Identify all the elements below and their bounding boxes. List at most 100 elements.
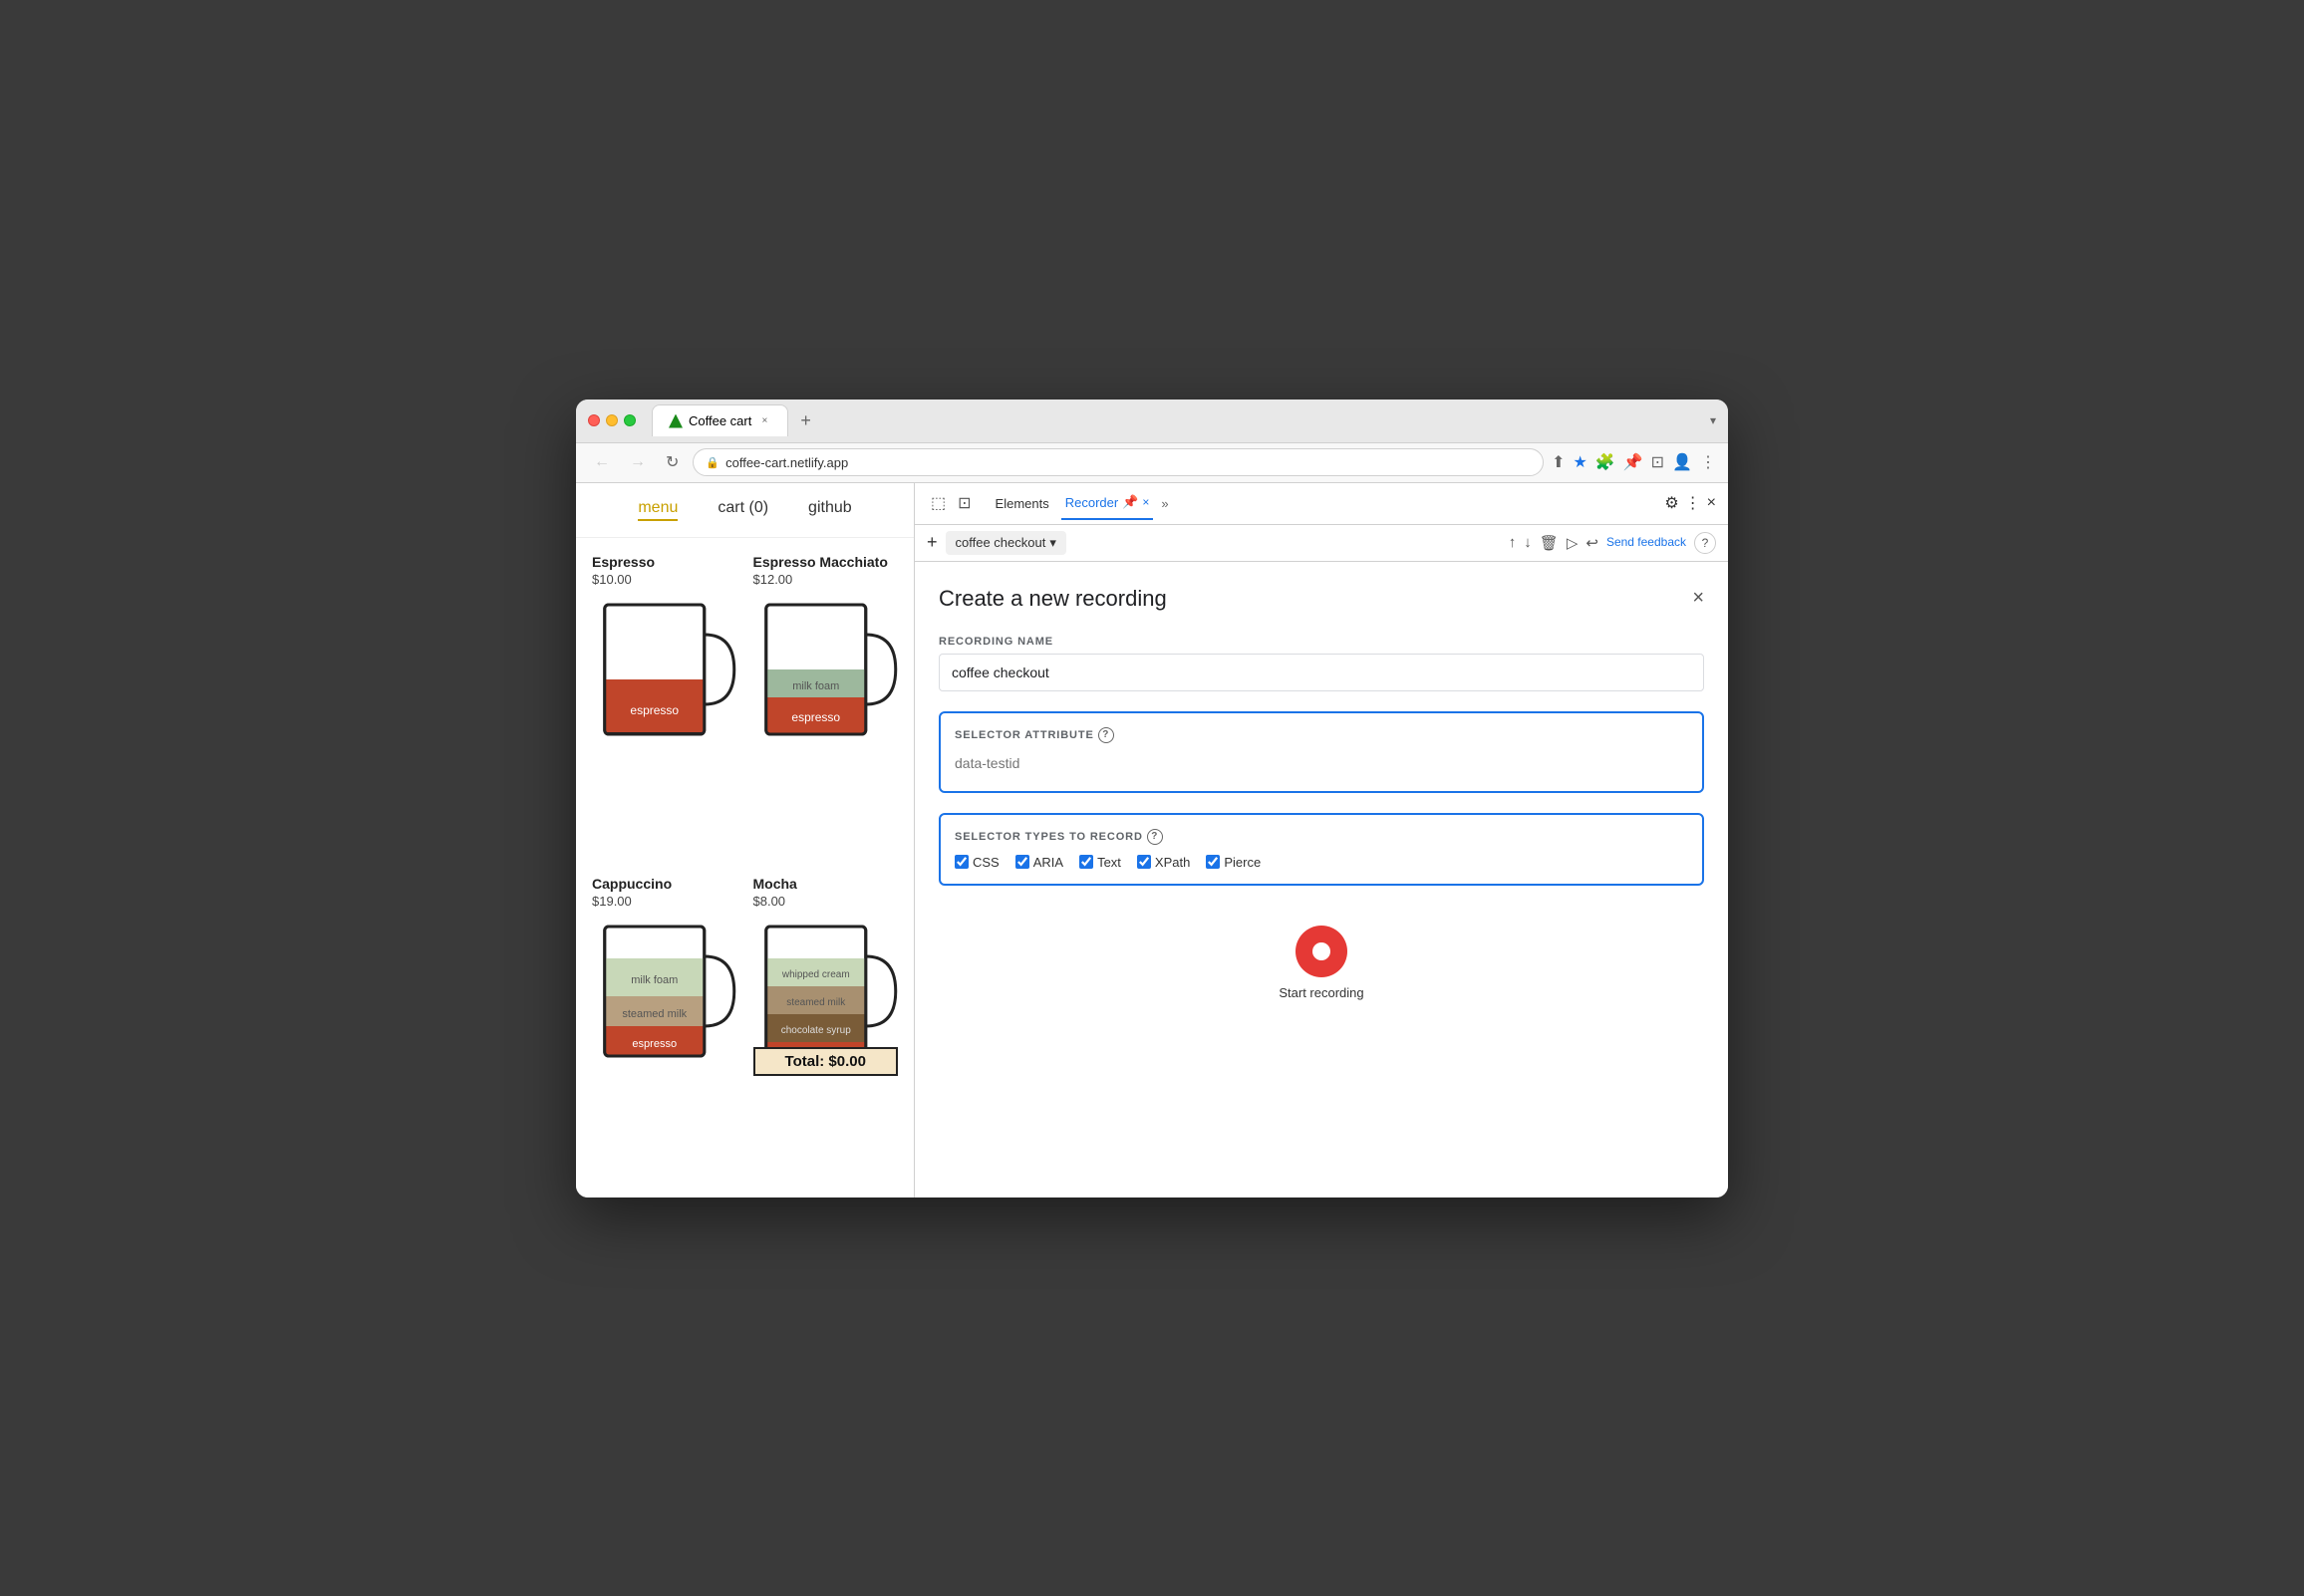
selector-types-checkboxes: CSS ARIA Text XPath bbox=[955, 855, 1688, 870]
text-checkbox[interactable] bbox=[1079, 855, 1093, 869]
profile-button[interactable]: 👤 bbox=[1672, 452, 1692, 472]
svg-text:steamed milk: steamed milk bbox=[786, 997, 846, 1008]
inspect-element-button[interactable]: ⬚ bbox=[927, 489, 950, 517]
play-recording-button[interactable]: ▷ bbox=[1567, 534, 1579, 552]
recorder-tab-close[interactable]: × bbox=[1142, 495, 1149, 509]
tab-recorder[interactable]: Recorder 📌 × bbox=[1061, 486, 1154, 520]
traffic-lights bbox=[588, 414, 636, 426]
pierce-checkbox[interactable] bbox=[1206, 855, 1220, 869]
product-espresso: Espresso $10.00 espresso bbox=[592, 554, 737, 860]
svg-text:steamed milk: steamed milk bbox=[622, 1008, 687, 1020]
nav-cart[interactable]: cart (0) bbox=[718, 499, 768, 521]
svg-text:milk foam: milk foam bbox=[792, 680, 839, 692]
selector-attribute-section: SELECTOR ATTRIBUTE ? bbox=[939, 711, 1704, 793]
more-tabs-label[interactable]: » bbox=[1161, 496, 1168, 511]
replay-button[interactable]: ↩ bbox=[1585, 534, 1598, 552]
main-area: menu cart (0) github Espresso $10.00 bbox=[576, 483, 1728, 1197]
url-bar-actions: ⬆ ★ 🧩 📌 ⊡ 👤 ⋮ bbox=[1552, 452, 1716, 472]
send-feedback-link[interactable]: Send feedback bbox=[1606, 535, 1686, 549]
xpath-checkbox[interactable] bbox=[1137, 855, 1151, 869]
recording-name-label: coffee checkout bbox=[956, 535, 1046, 550]
extensions-button[interactable]: 🧩 bbox=[1595, 452, 1615, 472]
product-espresso-mug[interactable]: espresso bbox=[592, 595, 737, 754]
selector-attribute-help-icon[interactable]: ? bbox=[1098, 727, 1114, 743]
selector-attribute-input[interactable] bbox=[955, 749, 1688, 777]
download-recording-button[interactable]: ↓ bbox=[1524, 534, 1532, 551]
window-chevron-icon: ▾ bbox=[1710, 413, 1716, 427]
device-toggle-button[interactable]: ⊡ bbox=[954, 489, 975, 517]
product-mocha: Mocha $8.00 whipped cream steamed milk bbox=[753, 876, 899, 1182]
product-mocha-mug[interactable]: whipped cream steamed milk chocolate syr… bbox=[753, 917, 899, 1076]
recording-name-chip[interactable]: coffee checkout ▾ bbox=[946, 531, 1066, 555]
checkbox-css[interactable]: CSS bbox=[955, 855, 1000, 870]
product-mocha-name: Mocha bbox=[753, 876, 899, 892]
xpath-label: XPath bbox=[1155, 855, 1190, 870]
svg-text:whipped cream: whipped cream bbox=[780, 969, 849, 980]
nav-github[interactable]: github bbox=[808, 499, 852, 521]
browser-window: Coffee cart × + ▾ ← → ↻ 🔒 coffee-cart.ne… bbox=[576, 399, 1728, 1197]
title-bar-right: ▾ bbox=[1710, 413, 1716, 427]
url-display: coffee-cart.netlify.app bbox=[725, 455, 848, 470]
close-traffic-light[interactable] bbox=[588, 414, 600, 426]
checkbox-pierce[interactable]: Pierce bbox=[1206, 855, 1261, 870]
more-button[interactable]: ⋮ bbox=[1700, 452, 1716, 472]
upload-recording-button[interactable]: ↑ bbox=[1509, 534, 1517, 551]
url-input-wrap[interactable]: 🔒 coffee-cart.netlify.app bbox=[693, 448, 1544, 476]
product-cappuccino-name: Cappuccino bbox=[592, 876, 737, 892]
new-tab-button[interactable]: + bbox=[792, 410, 819, 431]
recording-name-section: RECORDING NAME bbox=[939, 636, 1704, 691]
product-mocha-price: $8.00 bbox=[753, 894, 899, 909]
css-checkbox[interactable] bbox=[955, 855, 969, 869]
selector-types-section: SELECTOR TYPES TO RECORD ? CSS ARIA bbox=[939, 813, 1704, 886]
product-macchiato-mug[interactable]: milk foam espresso bbox=[753, 595, 899, 754]
start-recording-label: Start recording bbox=[1279, 985, 1363, 1000]
devtools-close-button[interactable]: × bbox=[1707, 494, 1716, 512]
recording-name-input[interactable] bbox=[939, 654, 1704, 691]
svg-text:espresso: espresso bbox=[791, 710, 840, 724]
title-bar: Coffee cart × + ▾ bbox=[576, 399, 1728, 443]
tab-bar: Coffee cart × + bbox=[652, 404, 1702, 436]
pierce-label: Pierce bbox=[1224, 855, 1261, 870]
recording-chip-chevron: ▾ bbox=[1049, 535, 1056, 551]
product-cappuccino-price: $19.00 bbox=[592, 894, 737, 909]
dialog-overlay: Create a new recording × RECORDING NAME … bbox=[915, 562, 1728, 1197]
aria-checkbox[interactable] bbox=[1015, 855, 1029, 869]
tab-favicon-icon bbox=[669, 414, 683, 428]
nav-menu[interactable]: menu bbox=[638, 499, 678, 521]
tab-close-button[interactable]: × bbox=[757, 414, 771, 428]
share-button[interactable]: ⬆ bbox=[1552, 452, 1565, 472]
checkbox-text[interactable]: Text bbox=[1079, 855, 1121, 870]
delete-recording-button[interactable]: 🗑 bbox=[1540, 534, 1559, 552]
checkbox-xpath[interactable]: XPath bbox=[1137, 855, 1190, 870]
selector-types-help-icon[interactable]: ? bbox=[1147, 829, 1163, 845]
split-view-button[interactable]: ⊡ bbox=[1651, 452, 1664, 472]
refresh-button[interactable]: ↻ bbox=[660, 450, 685, 474]
devtools-left-icons: ⬚ ⊡ bbox=[927, 489, 976, 517]
bookmark-button[interactable]: ★ bbox=[1573, 452, 1586, 472]
forward-button[interactable]: → bbox=[624, 451, 652, 473]
start-recording-button[interactable] bbox=[1296, 926, 1347, 977]
total-overlay: Total: $0.00 bbox=[753, 1047, 899, 1076]
lock-icon: 🔒 bbox=[706, 456, 720, 469]
dialog-close-button[interactable]: × bbox=[1692, 587, 1704, 610]
products-grid: Espresso $10.00 espresso bbox=[576, 538, 914, 1197]
svg-text:chocolate syrup: chocolate syrup bbox=[780, 1025, 850, 1036]
maximize-traffic-light[interactable] bbox=[624, 414, 636, 426]
browser-tab-active[interactable]: Coffee cart × bbox=[652, 404, 788, 436]
dialog-title: Create a new recording bbox=[939, 586, 1167, 612]
pin-button[interactable]: 📌 bbox=[1623, 452, 1643, 472]
css-label: CSS bbox=[973, 855, 1000, 870]
text-label: Text bbox=[1097, 855, 1121, 870]
checkbox-aria[interactable]: ARIA bbox=[1015, 855, 1063, 870]
devtools-settings-button[interactable]: ⚙ bbox=[1664, 493, 1678, 513]
recorder-pin-icon: 📌 bbox=[1122, 494, 1138, 510]
tab-elements[interactable]: Elements bbox=[992, 488, 1053, 519]
back-button[interactable]: ← bbox=[588, 451, 616, 473]
product-cappuccino-mug[interactable]: milk foam steamed milk espresso bbox=[592, 917, 737, 1076]
svg-text:espresso: espresso bbox=[632, 1038, 677, 1050]
devtools-more-button[interactable]: ⋮ bbox=[1685, 493, 1701, 513]
minimize-traffic-light[interactable] bbox=[606, 414, 618, 426]
help-button[interactable]: ? bbox=[1694, 532, 1716, 554]
devtools-recording-bar: + coffee checkout ▾ ↑ ↓ 🗑 ▷ ↩ Send feedb… bbox=[915, 525, 1728, 562]
add-recording-button[interactable]: + bbox=[927, 532, 938, 553]
